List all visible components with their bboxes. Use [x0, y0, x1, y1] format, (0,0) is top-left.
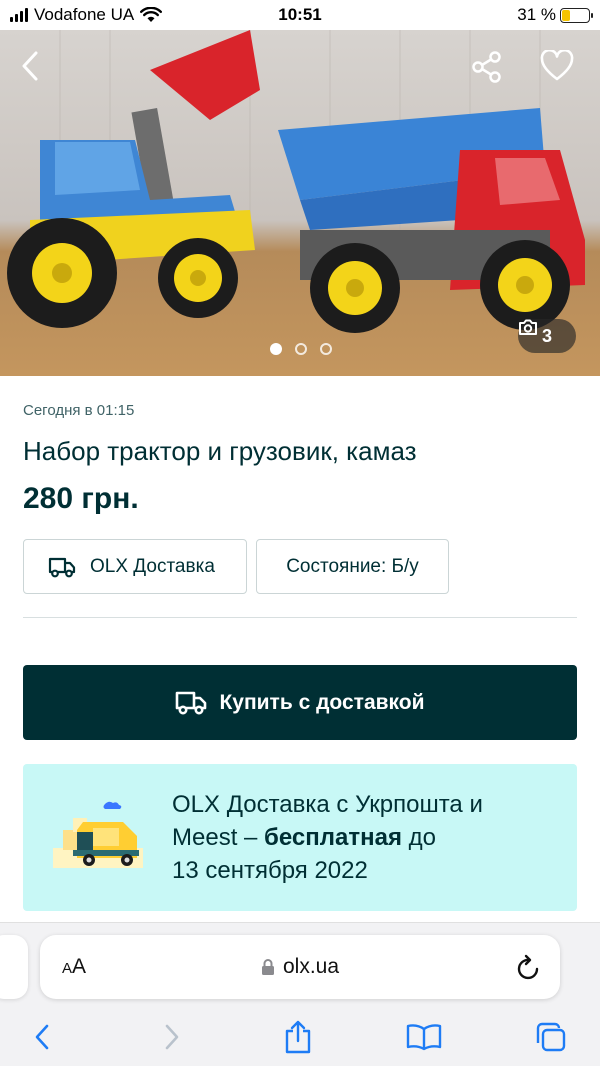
condition-chip[interactable]: Состояние: Б/у	[256, 539, 449, 594]
favorite-button[interactable]	[540, 50, 580, 90]
url-text: olx.ua	[282, 955, 340, 978]
photo-gallery[interactable]: 3	[0, 30, 600, 376]
status-right: 31 %	[517, 5, 593, 25]
share-button[interactable]	[470, 50, 510, 90]
delivery-chip[interactable]: OLX Доставка	[23, 539, 247, 594]
listing-price: 280 грн.	[23, 482, 139, 515]
promo-line-3: 13 сентября 2022	[172, 857, 368, 884]
chevron-right-icon	[165, 1024, 179, 1050]
chevron-left-icon	[22, 51, 38, 81]
lock-icon	[261, 959, 274, 975]
promo-line-1: OLX Доставка с Укрпошта и	[172, 791, 483, 818]
listing-title: Набор трактор и грузовик, камаз	[23, 436, 417, 466]
heart-icon	[540, 50, 574, 81]
browser-forward-button[interactable]	[150, 1015, 194, 1059]
product-photo	[7, 30, 585, 333]
promo-line-2-bold: бесплатная	[264, 824, 402, 851]
posted-date: Сегодня в 01:15	[23, 402, 135, 419]
promo-line-2: Meest – бесплатная до	[172, 821, 562, 854]
browser-toolbar: AA olx.ua	[0, 922, 600, 1066]
tabs-icon	[536, 1022, 566, 1052]
status-bar: Vodafone UA 10:51 31 %	[0, 0, 600, 30]
share-upload-icon	[285, 1020, 311, 1054]
buy-with-delivery-button[interactable]: Купить с доставкой	[23, 665, 577, 740]
url-display[interactable]: olx.ua	[40, 955, 560, 979]
delivery-promo-banner[interactable]: OLX Доставка с Укрпошта и Meest – беспла…	[23, 764, 577, 911]
camera-icon	[519, 319, 537, 335]
promo-line-2-prefix: Meest –	[172, 824, 265, 851]
condition-chip-label: Состояние: Б/у	[286, 555, 419, 577]
gallery-pagination[interactable]	[270, 343, 332, 355]
battery-icon	[560, 7, 593, 23]
chevron-left-icon	[35, 1024, 49, 1050]
previous-tab-preview[interactable]	[0, 935, 28, 999]
divider	[23, 617, 577, 618]
gallery-dot[interactable]	[320, 343, 332, 355]
browser-nav-row	[0, 1015, 600, 1059]
delivery-truck-icon	[176, 691, 207, 714]
browser-back-button[interactable]	[20, 1015, 64, 1059]
clock: 10:51	[278, 5, 322, 24]
share-icon	[472, 51, 501, 83]
back-button[interactable]	[20, 50, 60, 90]
bookmarks-button[interactable]	[402, 1015, 446, 1059]
browser-share-button[interactable]	[276, 1015, 320, 1059]
promo-line-2-suffix: до	[401, 824, 436, 851]
photo-count-badge: 3	[518, 319, 576, 353]
battery-percent: 31 %	[517, 5, 556, 24]
delivery-chip-label: OLX Доставка	[90, 555, 215, 577]
delivery-van-illustration	[53, 801, 143, 868]
promo-text: OLX Доставка с Укрпошта и Meest – беспла…	[172, 788, 562, 887]
delivery-truck-icon	[48, 557, 76, 577]
tabs-button[interactable]	[528, 1015, 572, 1059]
photo-count: 3	[541, 325, 552, 346]
gallery-dot[interactable]	[270, 343, 282, 355]
buy-button-label: Купить с доставкой	[219, 690, 425, 714]
reload-icon[interactable]	[516, 953, 542, 981]
gallery-dot[interactable]	[295, 343, 307, 355]
book-icon	[406, 1024, 442, 1051]
address-bar[interactable]: AA olx.ua	[40, 935, 560, 999]
